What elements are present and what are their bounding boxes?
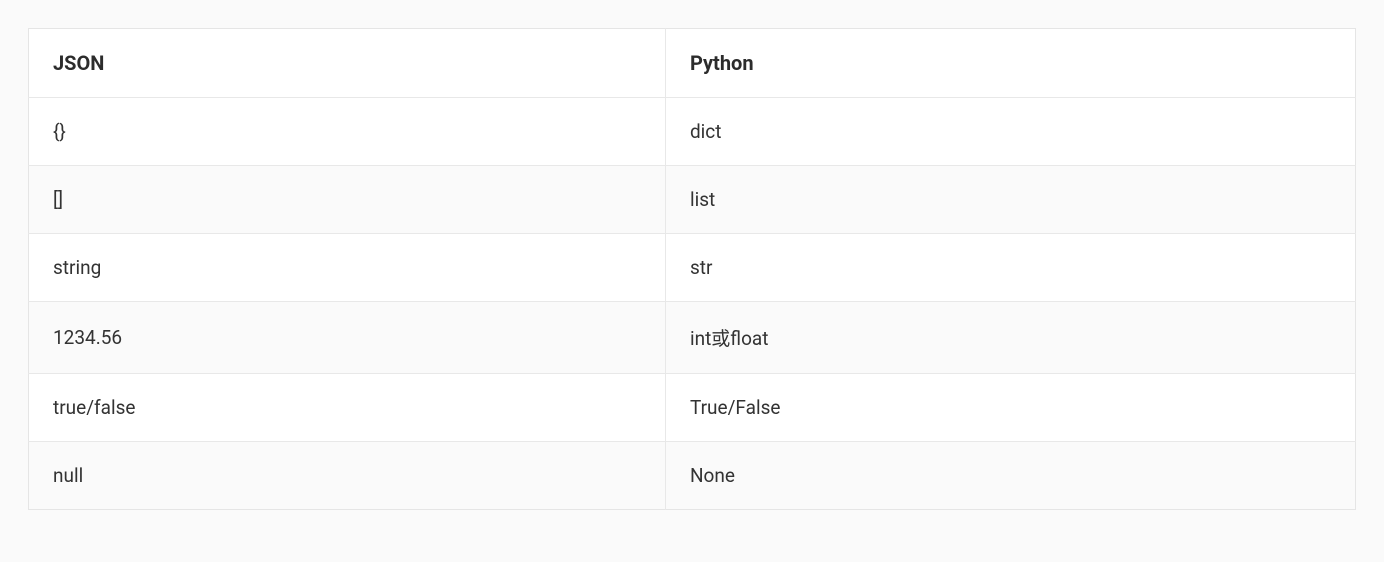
- column-header-json: JSON: [29, 29, 666, 98]
- python-value-cell: list: [665, 166, 1355, 234]
- json-value-cell: {}: [29, 98, 666, 166]
- json-value-cell: 1234.56: [29, 302, 666, 374]
- python-value-cell: int或float: [665, 302, 1355, 374]
- table-row: [] list: [29, 166, 1356, 234]
- json-value-cell: string: [29, 234, 666, 302]
- json-value-cell: true/false: [29, 374, 666, 442]
- json-value-cell: []: [29, 166, 666, 234]
- json-python-mapping-table: JSON Python {} dict [] list string str 1…: [28, 28, 1356, 510]
- json-value-cell: null: [29, 442, 666, 510]
- table-row: null None: [29, 442, 1356, 510]
- column-header-python: Python: [665, 29, 1355, 98]
- python-value-cell: None: [665, 442, 1355, 510]
- table-row: 1234.56 int或float: [29, 302, 1356, 374]
- table-row: true/false True/False: [29, 374, 1356, 442]
- table-header-row: JSON Python: [29, 29, 1356, 98]
- python-value-cell: dict: [665, 98, 1355, 166]
- python-value-cell: True/False: [665, 374, 1355, 442]
- table-row: {} dict: [29, 98, 1356, 166]
- python-value-cell: str: [665, 234, 1355, 302]
- table-row: string str: [29, 234, 1356, 302]
